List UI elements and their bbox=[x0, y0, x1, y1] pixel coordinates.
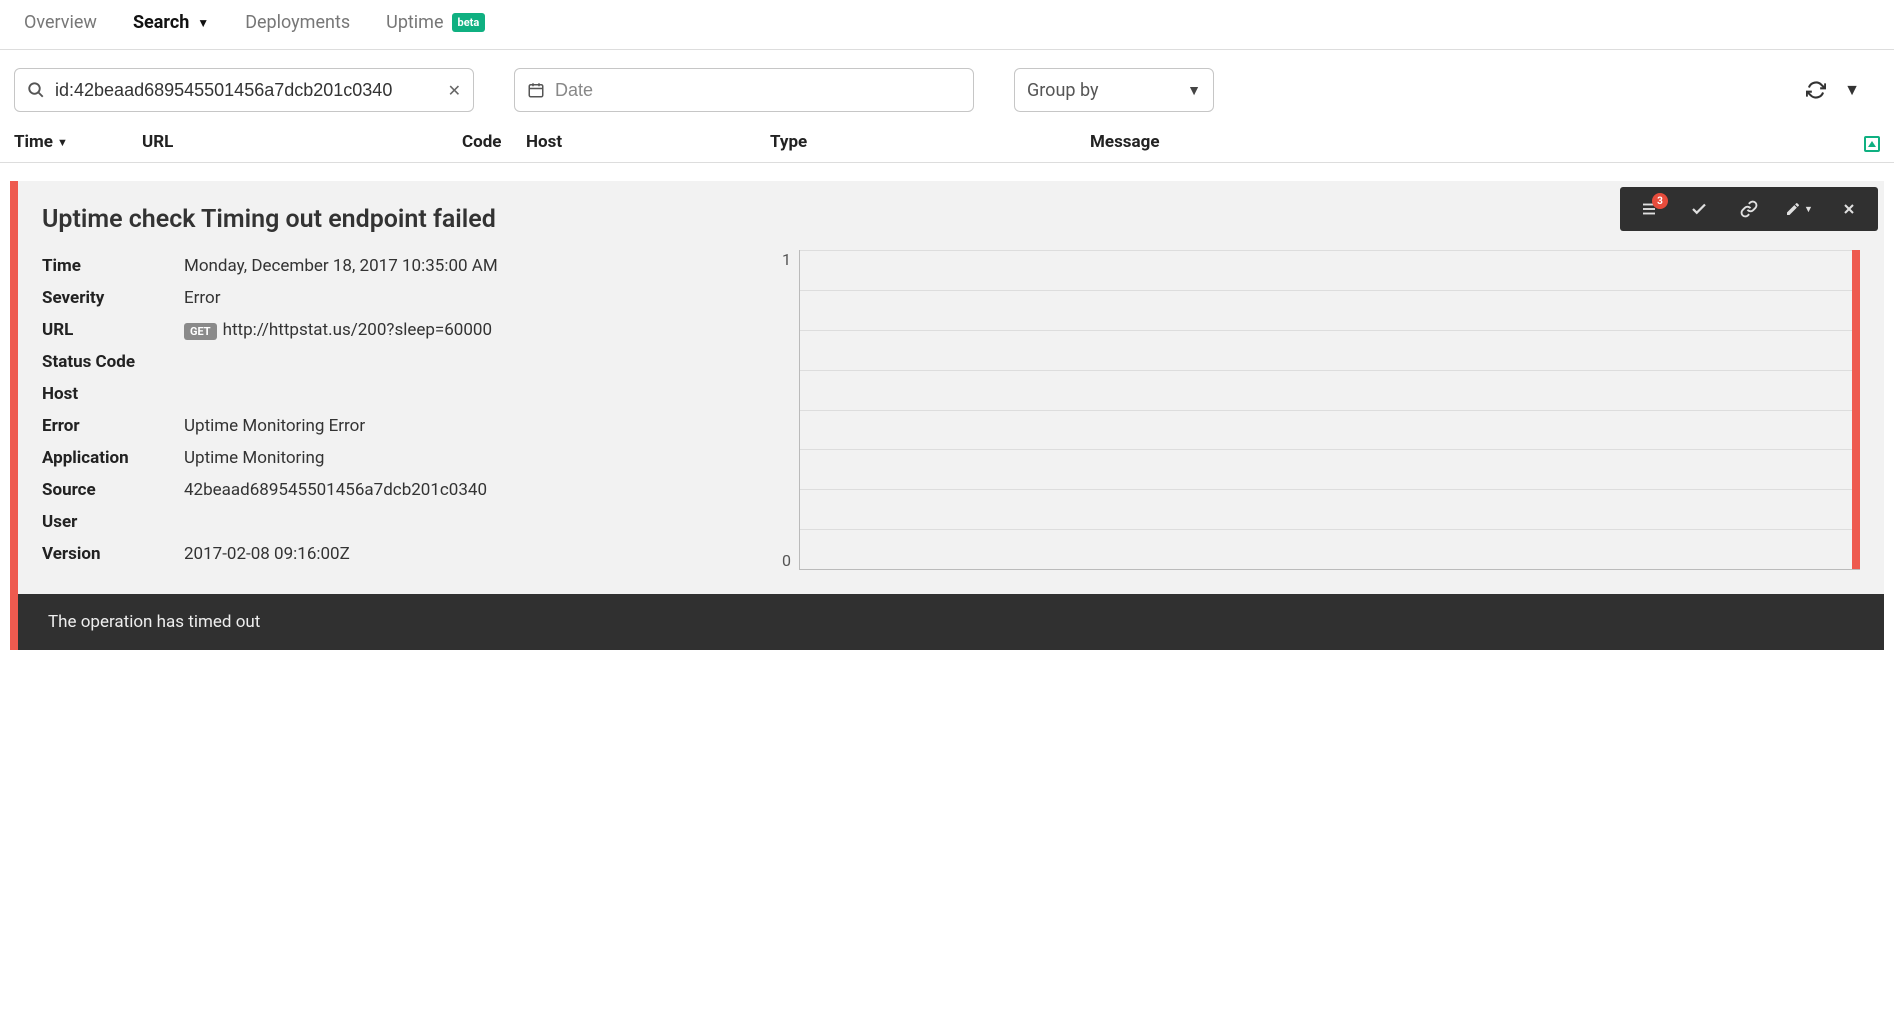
detail-action-bar: 3 ▼ bbox=[1620, 187, 1878, 231]
field-url-value: GET http://httpstat.us/200?sleep=60000 bbox=[184, 320, 492, 340]
col-message-header[interactable]: Message bbox=[1090, 132, 1860, 152]
main-tabbar: Overview Search ▼ Deployments Uptime bet… bbox=[0, 0, 1894, 50]
collapse-all-button[interactable] bbox=[1860, 132, 1880, 152]
field-version-label: Version bbox=[42, 544, 184, 564]
collapse-icon bbox=[1864, 136, 1880, 152]
field-severity: SeverityError bbox=[42, 282, 762, 314]
tab-deployments[interactable]: Deployments bbox=[245, 12, 350, 33]
list-button[interactable]: 3 bbox=[1624, 191, 1674, 227]
field-version-value: 2017-02-08 09:16:00Z bbox=[184, 544, 350, 564]
col-url-header[interactable]: URL bbox=[142, 132, 462, 152]
chevron-down-icon: ▼ bbox=[1804, 204, 1813, 215]
gridline bbox=[800, 410, 1860, 411]
gridline bbox=[800, 489, 1860, 490]
col-code-header[interactable]: Code bbox=[462, 132, 526, 152]
detail-title: Uptime check Timing out endpoint failed bbox=[42, 205, 1860, 234]
tab-search[interactable]: Search ▼ bbox=[133, 12, 209, 33]
field-status-label: Status Code bbox=[42, 352, 184, 372]
date-input[interactable] bbox=[555, 80, 961, 101]
field-version: Version2017-02-08 09:16:00Z bbox=[42, 538, 762, 570]
gridline bbox=[800, 449, 1860, 450]
chart-y-axis: 1 0 bbox=[782, 250, 799, 570]
chevron-down-icon: ▼ bbox=[1187, 82, 1201, 99]
group-by-select[interactable]: Group by ▼ bbox=[1014, 68, 1214, 112]
field-url-label: URL bbox=[42, 320, 184, 340]
field-status: Status Code bbox=[42, 346, 762, 378]
mini-chart: 1 0 bbox=[762, 250, 1860, 570]
calendar-icon bbox=[527, 81, 545, 99]
date-wrap[interactable] bbox=[514, 68, 974, 112]
tab-uptime-label: Uptime bbox=[386, 12, 443, 33]
gridline bbox=[800, 330, 1860, 331]
field-severity-value: Error bbox=[184, 288, 220, 308]
field-user: User bbox=[42, 506, 762, 538]
column-headers: Time ▼ URL Code Host Type Message bbox=[0, 126, 1894, 163]
close-button[interactable] bbox=[1824, 191, 1874, 227]
field-time-value: Monday, December 18, 2017 10:35:00 AM bbox=[184, 256, 498, 276]
detail-message: The operation has timed out bbox=[18, 594, 1884, 650]
search-input[interactable] bbox=[55, 80, 448, 101]
field-app-value: Uptime Monitoring bbox=[184, 448, 324, 468]
field-source-value: 42beaad689545501456a7dcb201c0340 bbox=[184, 480, 487, 500]
gridline bbox=[800, 250, 1860, 251]
toolbar-right: ▼ bbox=[1806, 80, 1880, 100]
log-detail-panel: Uptime check Timing out endpoint failed … bbox=[10, 181, 1884, 650]
detail-header: Uptime check Timing out endpoint failed bbox=[18, 181, 1884, 250]
chevron-down-icon: ▼ bbox=[197, 16, 209, 30]
y-tick-1: 1 bbox=[782, 250, 791, 269]
gridline bbox=[800, 529, 1860, 530]
field-severity-label: Severity bbox=[42, 288, 184, 308]
filter-bar: ✕ Group by ▼ ▼ bbox=[0, 50, 1894, 126]
y-tick-0: 0 bbox=[782, 551, 791, 570]
badge-count: 3 bbox=[1652, 193, 1668, 209]
col-type-header[interactable]: Type bbox=[770, 132, 1090, 152]
chart-area bbox=[799, 250, 1860, 570]
tab-overview[interactable]: Overview bbox=[24, 12, 97, 33]
field-app-label: Application bbox=[42, 448, 184, 468]
field-error-value: Uptime Monitoring Error bbox=[184, 416, 365, 436]
field-source: Source42beaad689545501456a7dcb201c0340 bbox=[42, 474, 762, 506]
group-by-label: Group by bbox=[1027, 80, 1098, 101]
search-wrap[interactable]: ✕ bbox=[14, 68, 474, 112]
clear-search-icon[interactable]: ✕ bbox=[448, 81, 461, 100]
detail-body: TimeMonday, December 18, 2017 10:35:00 A… bbox=[18, 250, 1884, 594]
beta-badge: beta bbox=[452, 13, 486, 32]
link-button[interactable] bbox=[1724, 191, 1774, 227]
field-time: TimeMonday, December 18, 2017 10:35:00 A… bbox=[42, 250, 762, 282]
col-host-header[interactable]: Host bbox=[526, 132, 770, 152]
field-host-label: Host bbox=[42, 384, 184, 404]
edit-button[interactable]: ▼ bbox=[1774, 191, 1824, 227]
gridline bbox=[800, 370, 1860, 371]
tab-search-label: Search bbox=[133, 12, 189, 33]
resolve-button[interactable] bbox=[1674, 191, 1724, 227]
gridline bbox=[800, 290, 1860, 291]
tab-uptime[interactable]: Uptime beta bbox=[386, 12, 485, 33]
refresh-icon[interactable] bbox=[1806, 80, 1826, 100]
field-time-label: Time bbox=[42, 256, 184, 276]
field-host: Host bbox=[42, 378, 762, 410]
field-user-label: User bbox=[42, 512, 184, 532]
col-time-label: Time bbox=[14, 132, 53, 152]
field-url-text: http://httpstat.us/200?sleep=60000 bbox=[223, 320, 492, 340]
field-error: ErrorUptime Monitoring Error bbox=[42, 410, 762, 442]
sort-desc-icon: ▼ bbox=[57, 136, 68, 149]
col-time-header[interactable]: Time ▼ bbox=[14, 132, 142, 152]
field-source-label: Source bbox=[42, 480, 184, 500]
search-icon bbox=[27, 81, 45, 99]
detail-fields: TimeMonday, December 18, 2017 10:35:00 A… bbox=[42, 250, 762, 570]
field-url: URLGET http://httpstat.us/200?sleep=60000 bbox=[42, 314, 762, 346]
http-method-badge: GET bbox=[184, 323, 217, 340]
chevron-down-icon[interactable]: ▼ bbox=[1844, 80, 1860, 100]
field-error-label: Error bbox=[42, 416, 184, 436]
field-application: ApplicationUptime Monitoring bbox=[42, 442, 762, 474]
